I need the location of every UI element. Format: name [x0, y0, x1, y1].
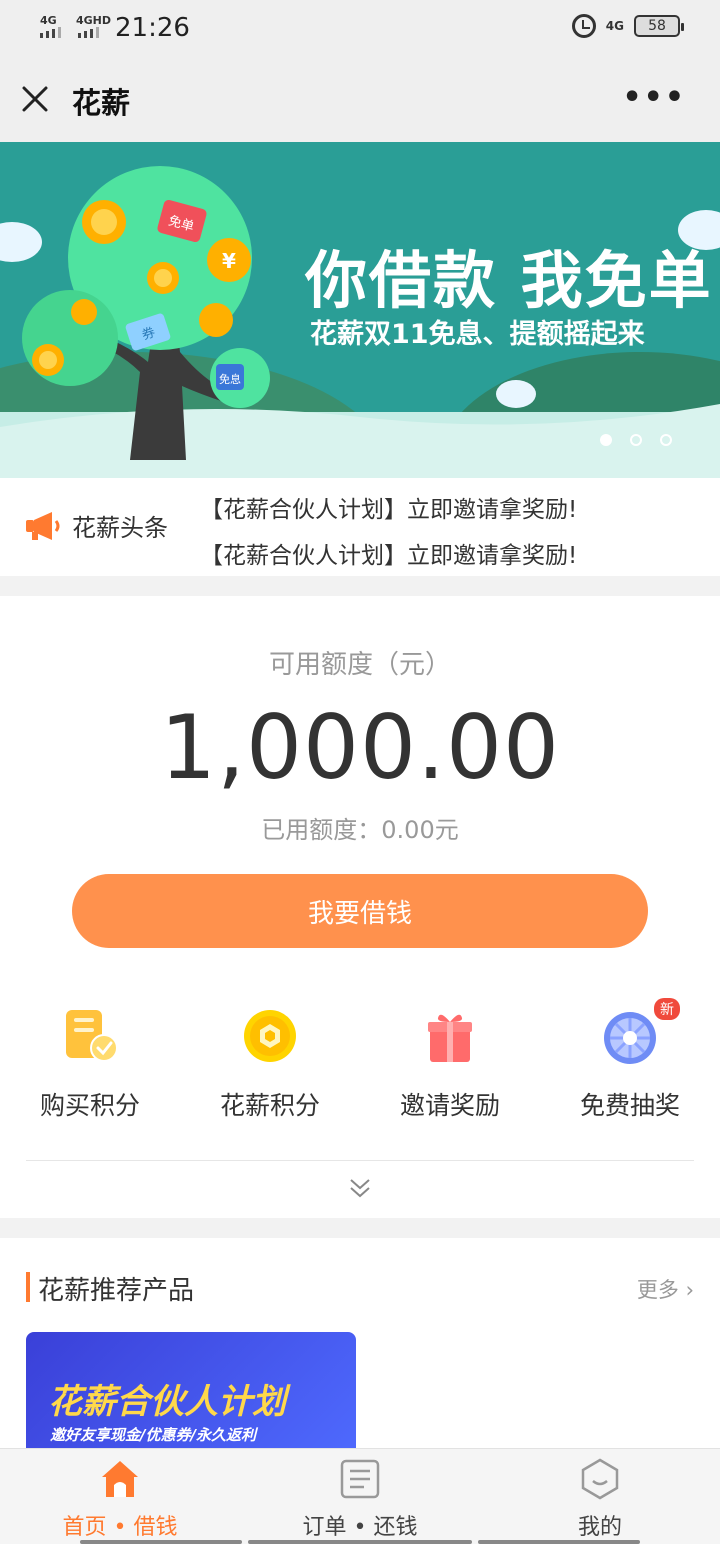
tab-label: 首页 • 借钱	[62, 1515, 178, 1540]
banner-title: 你借款 我免单	[305, 244, 713, 317]
status-bar: 4G 4GHD 21:26 4G 58	[0, 0, 720, 58]
coin-symbol: ¥	[222, 249, 236, 273]
gift-icon	[420, 1006, 480, 1066]
network-label-2: 4GHD	[76, 14, 112, 27]
news-item[interactable]: 【花薪合伙人计划】立即邀请拿奖励!	[200, 490, 577, 524]
tab-profile[interactable]: 我的	[480, 1449, 720, 1544]
quick-action-label: 邀请奖励	[399, 1091, 500, 1120]
signal-bars-2-icon	[78, 27, 99, 38]
available-credit-amount: 1,000.00	[160, 696, 560, 799]
news-ticker[interactable]: 花薪头条 【花薪合伙人计划】立即邀请拿奖励! 【花薪合伙人计划】立即邀请拿奖励!	[0, 478, 720, 576]
divider	[26, 1160, 694, 1161]
product-card[interactable]: 花薪合伙人计划 邀好友享现金/优惠券/永久返利	[26, 1332, 356, 1448]
order-icon	[340, 1459, 380, 1499]
network-label-3: 4G	[605, 19, 624, 33]
pagination-dot[interactable]	[600, 434, 612, 446]
quick-action-label: 免费抽奖	[579, 1091, 680, 1120]
product-card-subtitle: 邀好友享现金/优惠券/永久返利	[50, 1426, 256, 1444]
battery-icon: 58	[634, 15, 684, 37]
clock-time: 21:26	[115, 13, 190, 43]
section-title: 花薪推荐产品	[38, 1276, 195, 1306]
more-icon[interactable]: •••	[622, 80, 686, 115]
quick-action-buy-points[interactable]: 购买积分	[0, 1006, 180, 1122]
product-card-title: 花薪合伙人计划	[48, 1382, 286, 1422]
credit-panel: 可用额度（元） 1,000.00 已用额度：0.00元 我要借钱 购买积分 花薪…	[0, 596, 720, 1218]
available-credit-label: 可用额度（元）	[268, 650, 451, 680]
tab-home-borrow[interactable]: 首页 • 借钱	[0, 1449, 240, 1544]
battery-level: 58	[648, 18, 666, 34]
pagination-dot[interactable]	[660, 434, 672, 446]
points-purchase-icon	[60, 1006, 120, 1066]
bottom-tab-bar: 首页 • 借钱 订单 • 还钱 我的	[0, 1448, 720, 1544]
quick-action-invite[interactable]: 邀请奖励	[360, 1006, 540, 1122]
profile-icon	[581, 1458, 619, 1500]
more-link[interactable]: 更多 ›	[637, 1274, 694, 1304]
megaphone-icon	[26, 512, 60, 540]
pagination-dot[interactable]	[630, 434, 642, 446]
alarm-icon	[571, 14, 596, 38]
news-item[interactable]: 【花薪合伙人计划】立即邀请拿奖励!	[200, 536, 577, 570]
tab-label: 订单 • 还钱	[302, 1515, 418, 1540]
more-link-label: 更多	[636, 1278, 679, 1302]
quick-action-points[interactable]: 花薪积分	[180, 1006, 360, 1122]
gesture-bar	[248, 1540, 472, 1544]
quick-action-label: 花薪积分	[219, 1091, 320, 1120]
promo-banner[interactable]: ¥ 免单 券 免息 你借款 我免单 花薪双11免息、提额摇起来	[0, 142, 720, 478]
home-icon	[102, 1461, 138, 1497]
quick-action-label: 购买积分	[39, 1091, 140, 1120]
tag-free-interest: 免息	[219, 372, 241, 386]
quick-action-lottery[interactable]: 新 免费抽奖	[540, 998, 720, 1122]
chevron-right-icon: ›	[685, 1278, 694, 1302]
expand-chevron-icon[interactable]	[348, 1176, 372, 1200]
gesture-bar	[478, 1540, 640, 1544]
signal-bars-1-icon	[40, 27, 61, 38]
status-indicators: 4G 58	[571, 14, 684, 38]
section-accent-bar	[26, 1272, 30, 1302]
borrow-button[interactable]: 我要借钱	[72, 874, 648, 948]
new-badge: 新	[654, 998, 680, 1020]
banner-pagination	[600, 434, 672, 446]
nav-bar: 花薪 •••	[0, 58, 720, 142]
lottery-wheel-icon: 新	[600, 998, 680, 1066]
recommend-section: 花薪推荐产品 更多 › 花薪合伙人计划 邀好友享现金/优惠券/永久返利	[0, 1238, 720, 1448]
network-label-1: 4G	[40, 14, 57, 27]
news-ticker-label: 花薪头条	[72, 514, 168, 542]
banner-subtitle: 花薪双11免息、提额摇起来	[310, 319, 645, 350]
gesture-bar	[80, 1540, 242, 1544]
points-coin-icon	[240, 1006, 300, 1066]
tab-orders-repay[interactable]: 订单 • 还钱	[240, 1449, 480, 1544]
close-icon[interactable]	[20, 84, 50, 114]
used-credit-text: 已用额度：0.00元	[261, 816, 459, 844]
page-title: 花薪	[72, 86, 131, 120]
tab-label: 我的	[577, 1515, 622, 1540]
